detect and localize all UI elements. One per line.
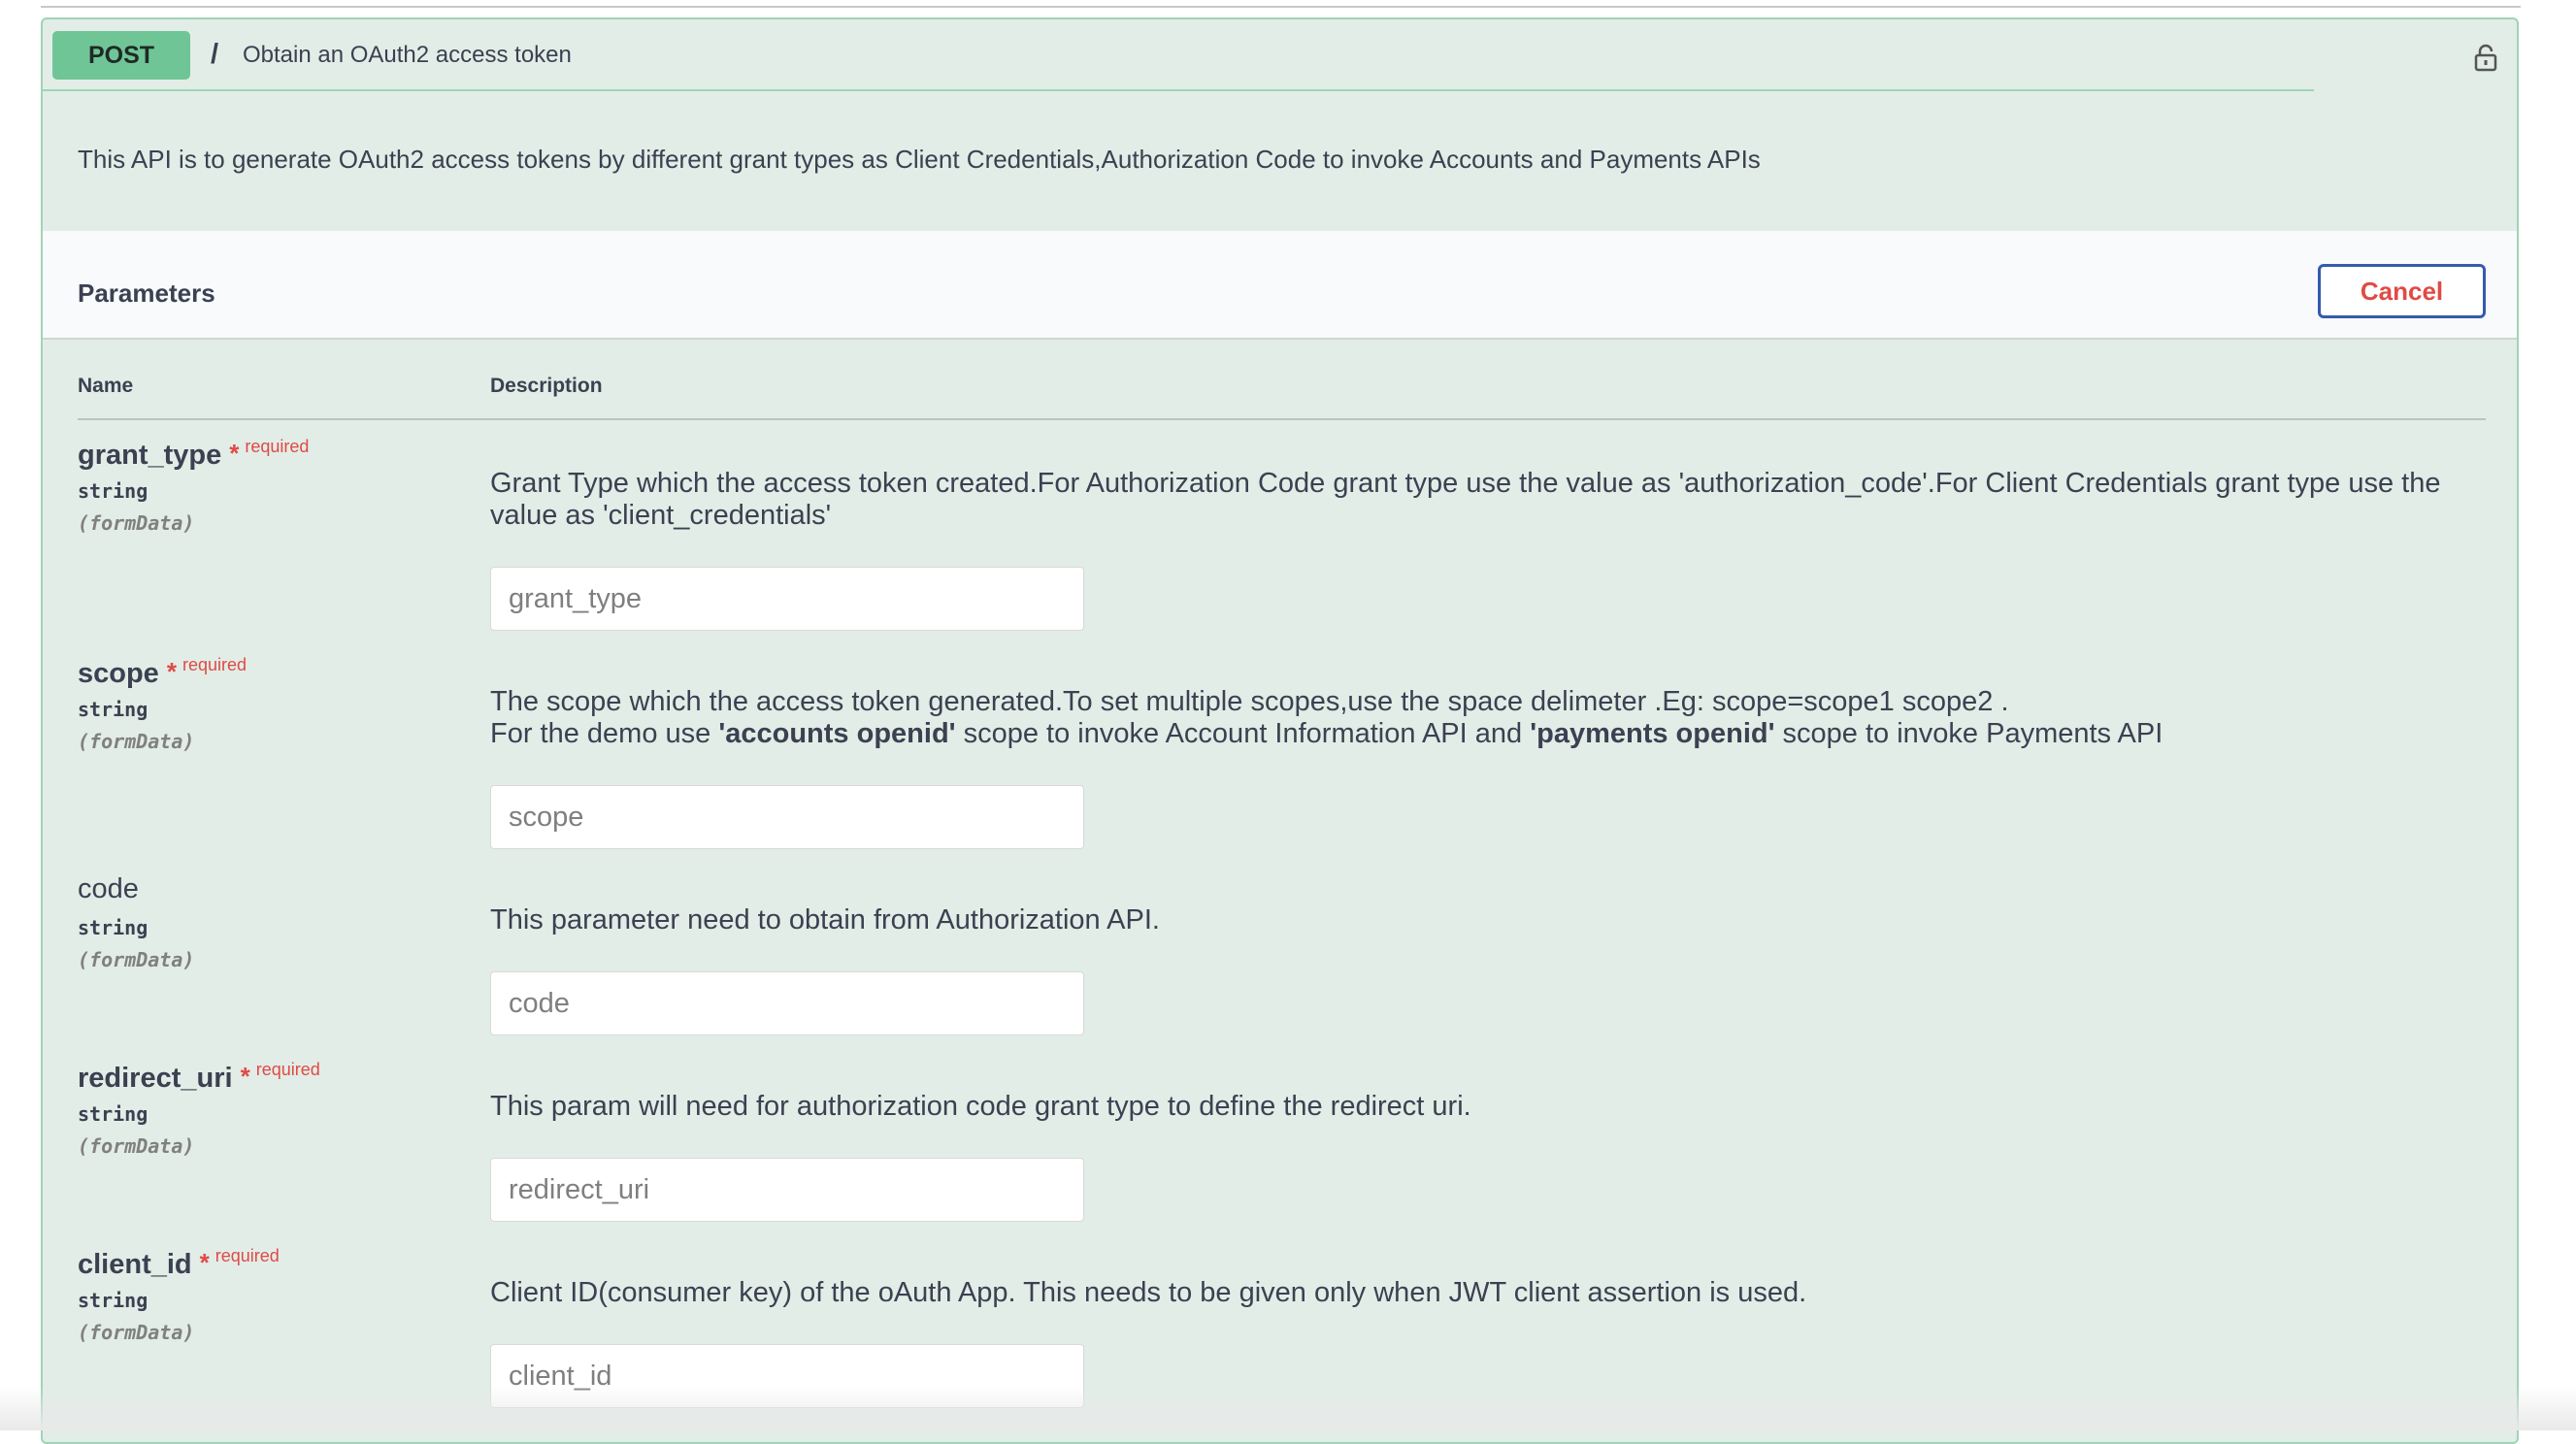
param-name-grant-type: grant_type * required <box>78 437 310 471</box>
parameters-header: Parameters Cancel <box>43 231 2517 340</box>
param-location: (formData) <box>78 511 195 535</box>
param-description-redirect-uri: This param will need for authorization c… <box>490 1091 1471 1122</box>
scope-input[interactable] <box>490 785 1084 849</box>
column-header-name: Name <box>78 375 134 397</box>
required-label: required <box>215 1246 280 1265</box>
lock-icon[interactable] <box>2472 43 2499 72</box>
param-location: (formData) <box>78 1321 195 1344</box>
param-description-scope: The scope which the access token generat… <box>490 686 2163 749</box>
operation-description: This API is to generate OAuth2 access to… <box>78 145 1761 174</box>
code-input[interactable] <box>490 971 1084 1035</box>
header-divider <box>78 418 2486 420</box>
param-name-code: code <box>78 873 139 904</box>
operation-block: POST / Obtain an OAuth2 access token Thi… <box>41 17 2519 1444</box>
column-header-description: Description <box>490 375 603 397</box>
param-type: string <box>78 1102 149 1126</box>
redirect-uri-input[interactable] <box>490 1158 1084 1222</box>
parameters-title: Parameters <box>78 279 215 308</box>
cancel-button[interactable]: Cancel <box>2318 264 2486 318</box>
required-star: * <box>199 1248 210 1277</box>
required-label: required <box>255 1060 320 1079</box>
param-location: (formData) <box>78 730 195 753</box>
param-description-code: This parameter need to obtain from Autho… <box>490 904 1160 935</box>
top-divider <box>41 6 2521 8</box>
required-label: required <box>245 437 310 456</box>
required-star: * <box>240 1062 250 1091</box>
param-description-client-id: Client ID(consumer key) of the oAuth App… <box>490 1277 1807 1308</box>
method-badge: POST <box>52 31 190 80</box>
required-label: required <box>182 655 247 674</box>
param-name-redirect-uri: redirect_uri * required <box>78 1060 320 1094</box>
param-type: string <box>78 479 149 503</box>
summary-divider <box>43 89 2314 91</box>
bottom-shadow <box>0 1386 2576 1430</box>
operation-path: / <box>211 39 219 70</box>
param-type: string <box>78 916 149 939</box>
operation-summary-text: Obtain an OAuth2 access token <box>243 42 572 68</box>
param-name-client-id: client_id * required <box>78 1246 280 1280</box>
param-description-grant-type: Grant Type which the access token create… <box>490 468 2441 531</box>
param-type: string <box>78 698 149 721</box>
required-star: * <box>166 657 177 686</box>
param-location: (formData) <box>78 948 195 971</box>
operation-summary[interactable]: POST / Obtain an OAuth2 access token <box>43 19 2517 92</box>
required-star: * <box>229 439 240 468</box>
param-name-scope: scope * required <box>78 655 247 689</box>
grant-type-input[interactable] <box>490 567 1084 631</box>
param-type: string <box>78 1289 149 1312</box>
param-location: (formData) <box>78 1134 195 1158</box>
